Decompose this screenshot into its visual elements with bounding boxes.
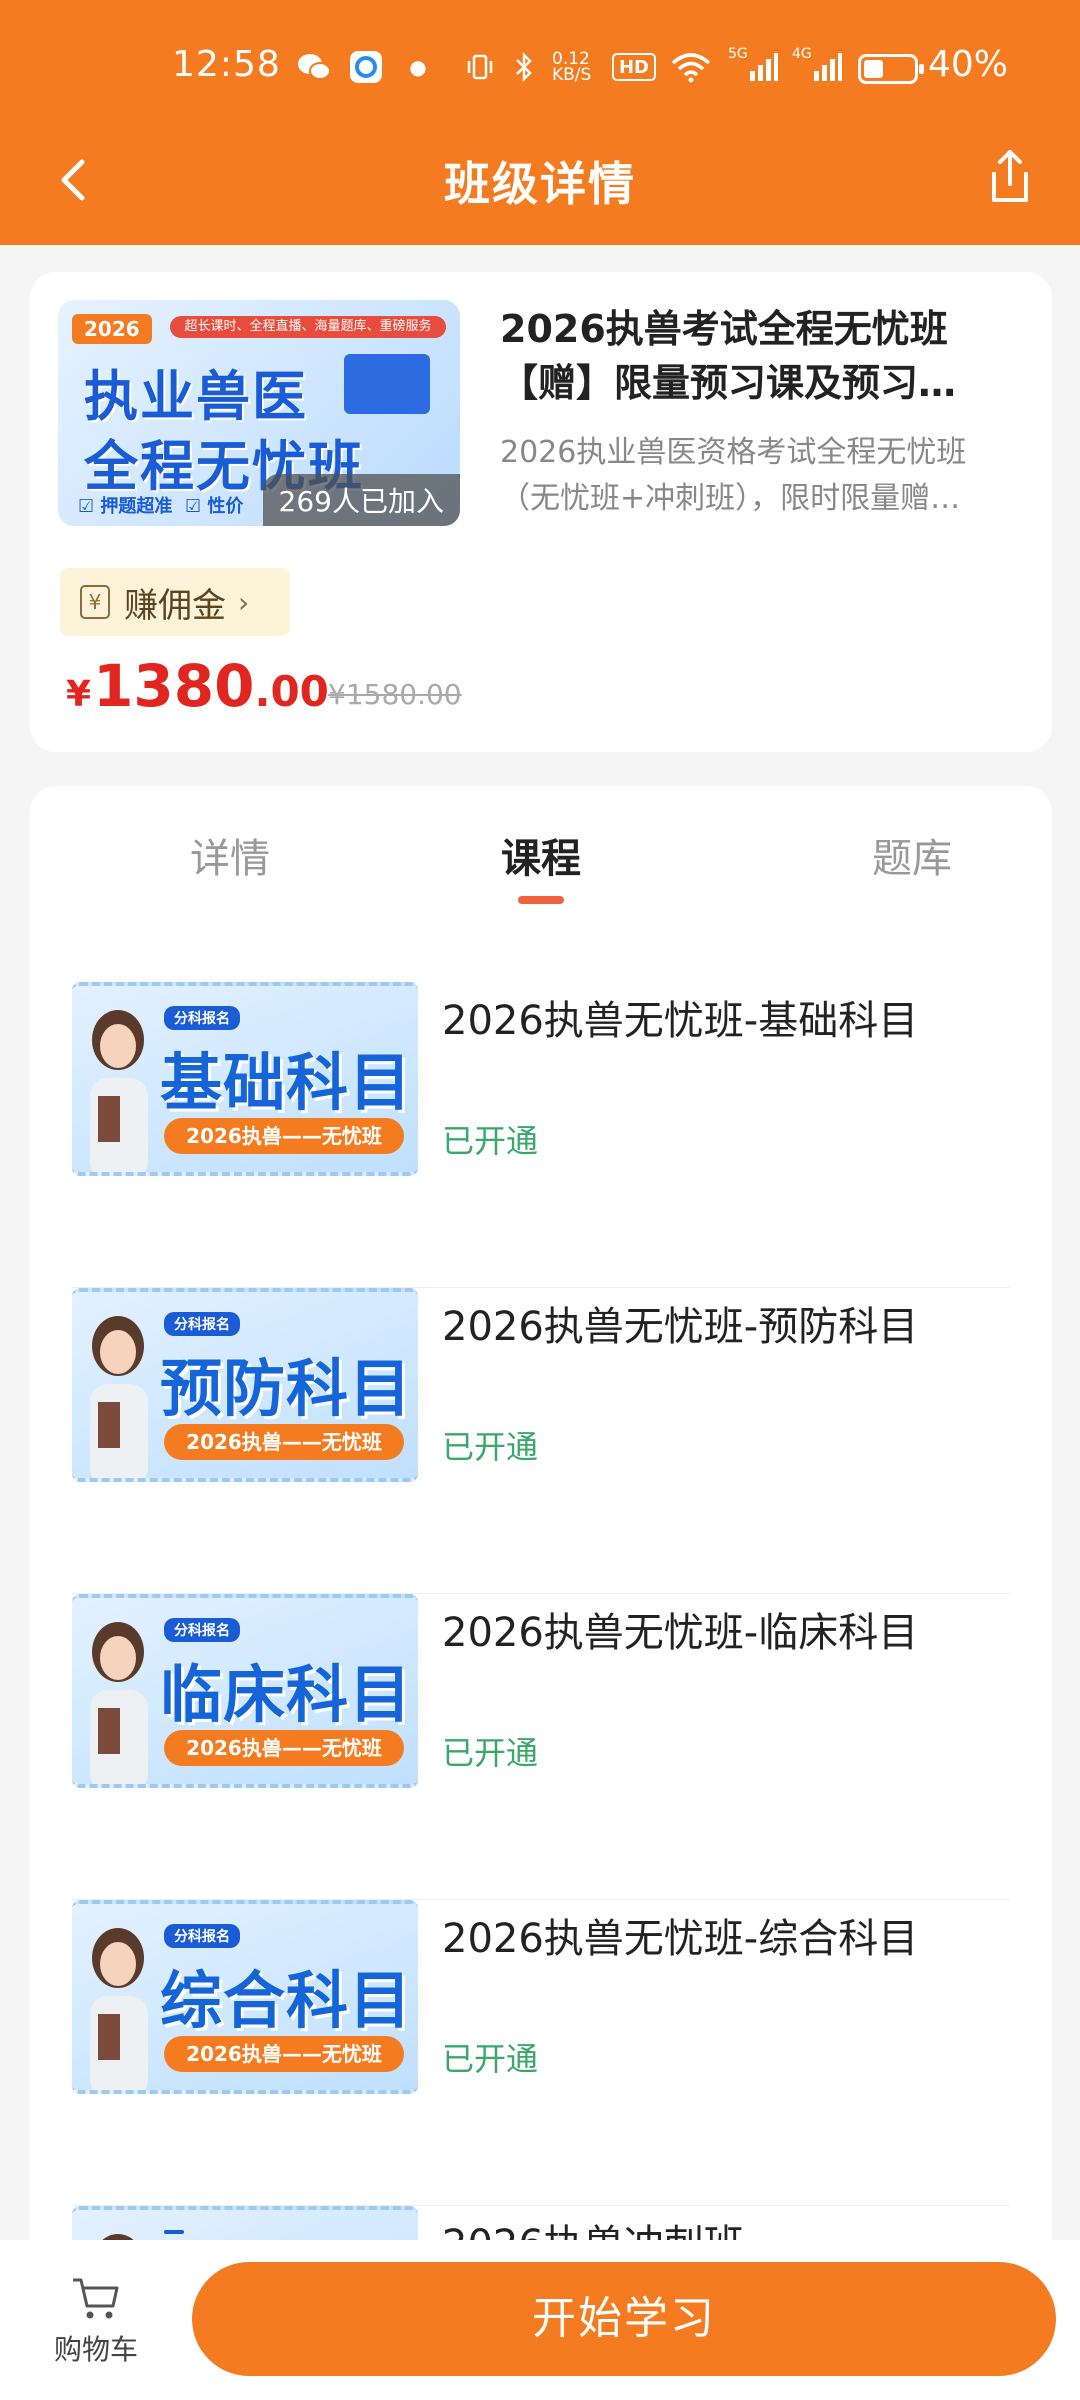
- signal-5g-label: 5G: [728, 46, 748, 62]
- dot-icon: ●: [409, 55, 427, 79]
- earn-commission-button[interactable]: ¥ 赚佣金 ›: [60, 568, 290, 636]
- thumb-subject: 临床科目: [160, 1658, 413, 1731]
- original-price: ¥1580.00: [328, 678, 462, 711]
- thumb-subject: 综合科目: [160, 1964, 413, 2037]
- teacher-illustration-icon: [90, 1622, 148, 1784]
- course-item[interactable]: 分科报名临床科目 2026执兽——无忧班 2026执兽无忧班-临床科目已开通: [72, 1594, 1010, 1900]
- course-name: 2026执兽无忧班-临床科目: [442, 1610, 919, 1656]
- cover-year-tag: 2026: [72, 314, 152, 344]
- shopping-cart-icon: [73, 2278, 119, 2319]
- thumb-bar: 2026执兽——无忧班: [164, 1424, 404, 1460]
- course-thumbnail: 分科报名预防科目 2026执兽——无忧班: [72, 1288, 418, 1482]
- thumb-subject: 基础科目: [160, 1046, 413, 1119]
- top-bar: 12:58 ● 0.12 KB/S HD 5G 4G 40% 班级详情: [0, 0, 1080, 245]
- money-icon: ¥: [80, 585, 110, 619]
- course-list-panel: 详情 课程 题库 分科报名 基础科目 2026执兽——无忧班 2026执兽无忧班-基础…: [30, 786, 1052, 2400]
- wechat-icon: [296, 50, 332, 84]
- battery-percent: 40%: [928, 44, 1009, 85]
- teacher-illustration-icon: [90, 1010, 148, 1172]
- signal-5g-icon: 5G: [728, 46, 778, 84]
- course-status: 已开通: [442, 1734, 539, 1772]
- signal-4g-label: 4G: [792, 46, 812, 62]
- cover-check1: 押题超准: [100, 496, 173, 517]
- teacher-illustration-icon: [90, 1928, 148, 2090]
- thumb-tag: 分科报名: [164, 1312, 240, 1336]
- cover-monitor-illustration: [344, 354, 430, 414]
- class-subtitle: 2026执业兽医资格考试全程无忧班（无忧班+冲刺班），限时限量赠…: [500, 435, 967, 516]
- thumb-subject: 预防科目: [160, 1352, 413, 1425]
- teacher-illustration-icon: [90, 1316, 148, 1478]
- thumb-tag: 分科报名: [164, 1924, 240, 1948]
- bottom-bar: 购物车 开始学习: [0, 2240, 1080, 2400]
- page-title: 班级详情: [444, 157, 636, 211]
- app-notification-icon: [348, 50, 384, 84]
- class-title: 2026执兽考试全程无忧班【赠】限量预习课及预习…: [500, 307, 957, 405]
- thumb-bar: 2026执兽——无忧班: [164, 2036, 404, 2072]
- status-bar: 12:58 ● 0.12 KB/S HD 5G 4G 40%: [0, 0, 1080, 140]
- joined-count: 269人已加入: [262, 474, 460, 526]
- course-thumbnail: 分科报名综合科目 2026执兽——无忧班: [72, 1900, 418, 2094]
- course-name: 2026执兽无忧班-基础科目: [442, 998, 919, 1044]
- thumb-tag: 分科报名: [164, 1618, 240, 1642]
- thumb-bar: 2026执兽——无忧班: [164, 1730, 404, 1766]
- course-item[interactable]: 分科报名预防科目 2026执兽——无忧班 2026执兽无忧班-预防科目已开通: [72, 1288, 1010, 1594]
- class-info-card: 2026 超长课时、全程直播、海量题库、重磅服务 执业兽医 全程无忧班 ☑ 押题…: [30, 272, 1052, 752]
- vibrate-icon: [464, 50, 496, 84]
- price-integer: 1380: [93, 652, 255, 720]
- course-name: 2026执兽无忧班-综合科目: [442, 1916, 919, 1962]
- battery-icon: [858, 54, 924, 84]
- course-item[interactable]: 分科报名综合科目 2026执兽——无忧班 2026执兽无忧班-综合科目已开通: [72, 1900, 1010, 2206]
- header: 班级详情: [0, 140, 1080, 245]
- course-name: 2026执兽无忧班-预防科目: [442, 1304, 919, 1350]
- tab-question-bank[interactable]: 题库: [812, 826, 1012, 884]
- share-icon: [992, 150, 1028, 202]
- wifi-icon: [668, 50, 714, 84]
- tab-indicator: [518, 896, 564, 904]
- course-thumbnail: 分科报名基础科目 2026执兽——无忧班: [72, 982, 418, 1176]
- hd-badge: HD: [612, 53, 656, 81]
- earn-commission-label: 赚佣金: [124, 585, 226, 626]
- class-cover-image[interactable]: 2026 超长课时、全程直播、海量题库、重磅服务 执业兽医 全程无忧班 ☑ 押题…: [58, 300, 460, 526]
- cover-ribbon: 超长课时、全程直播、海量题库、重磅服务: [170, 316, 446, 338]
- cart-button[interactable]: 购物车: [46, 2274, 146, 2368]
- cover-checks: ☑ 押题超准 ☑ 性价: [78, 496, 244, 517]
- share-button[interactable]: [980, 144, 1040, 208]
- thumb-bar: 2026执兽——无忧班: [164, 1118, 404, 1154]
- cover-check2: 性价: [207, 496, 244, 517]
- course-status: 已开通: [442, 1428, 539, 1466]
- signal-4g-icon: 4G: [792, 46, 842, 84]
- thumb-tag: 分科报名: [164, 1006, 240, 1030]
- course-thumbnail: 分科报名临床科目 2026执兽——无忧班: [72, 1594, 418, 1788]
- bluetooth-icon: [510, 50, 538, 84]
- tab-details[interactable]: 详情: [130, 826, 330, 884]
- cover-line1: 执业兽医: [84, 365, 308, 428]
- price-symbol: ¥: [66, 674, 92, 715]
- current-price: ¥ 1380 .00: [66, 652, 329, 720]
- chevron-right-icon: ›: [238, 585, 250, 619]
- price-decimal: .00: [254, 667, 329, 716]
- net-speed: 0.12 KB/S: [552, 49, 592, 85]
- course-status: 已开通: [442, 2040, 539, 2078]
- tab-courses[interactable]: 课程: [441, 826, 641, 884]
- status-time: 12:58: [172, 44, 281, 85]
- thumb-tag: [164, 2230, 184, 2234]
- cart-label: 购物车: [53, 2333, 138, 2366]
- course-status: 已开通: [442, 1122, 539, 1160]
- start-learning-button[interactable]: 开始学习: [192, 2262, 1056, 2376]
- course-item[interactable]: 分科报名基础科目 2026执兽——无忧班 2026执兽无忧班-基础科目已开通: [72, 982, 1010, 1288]
